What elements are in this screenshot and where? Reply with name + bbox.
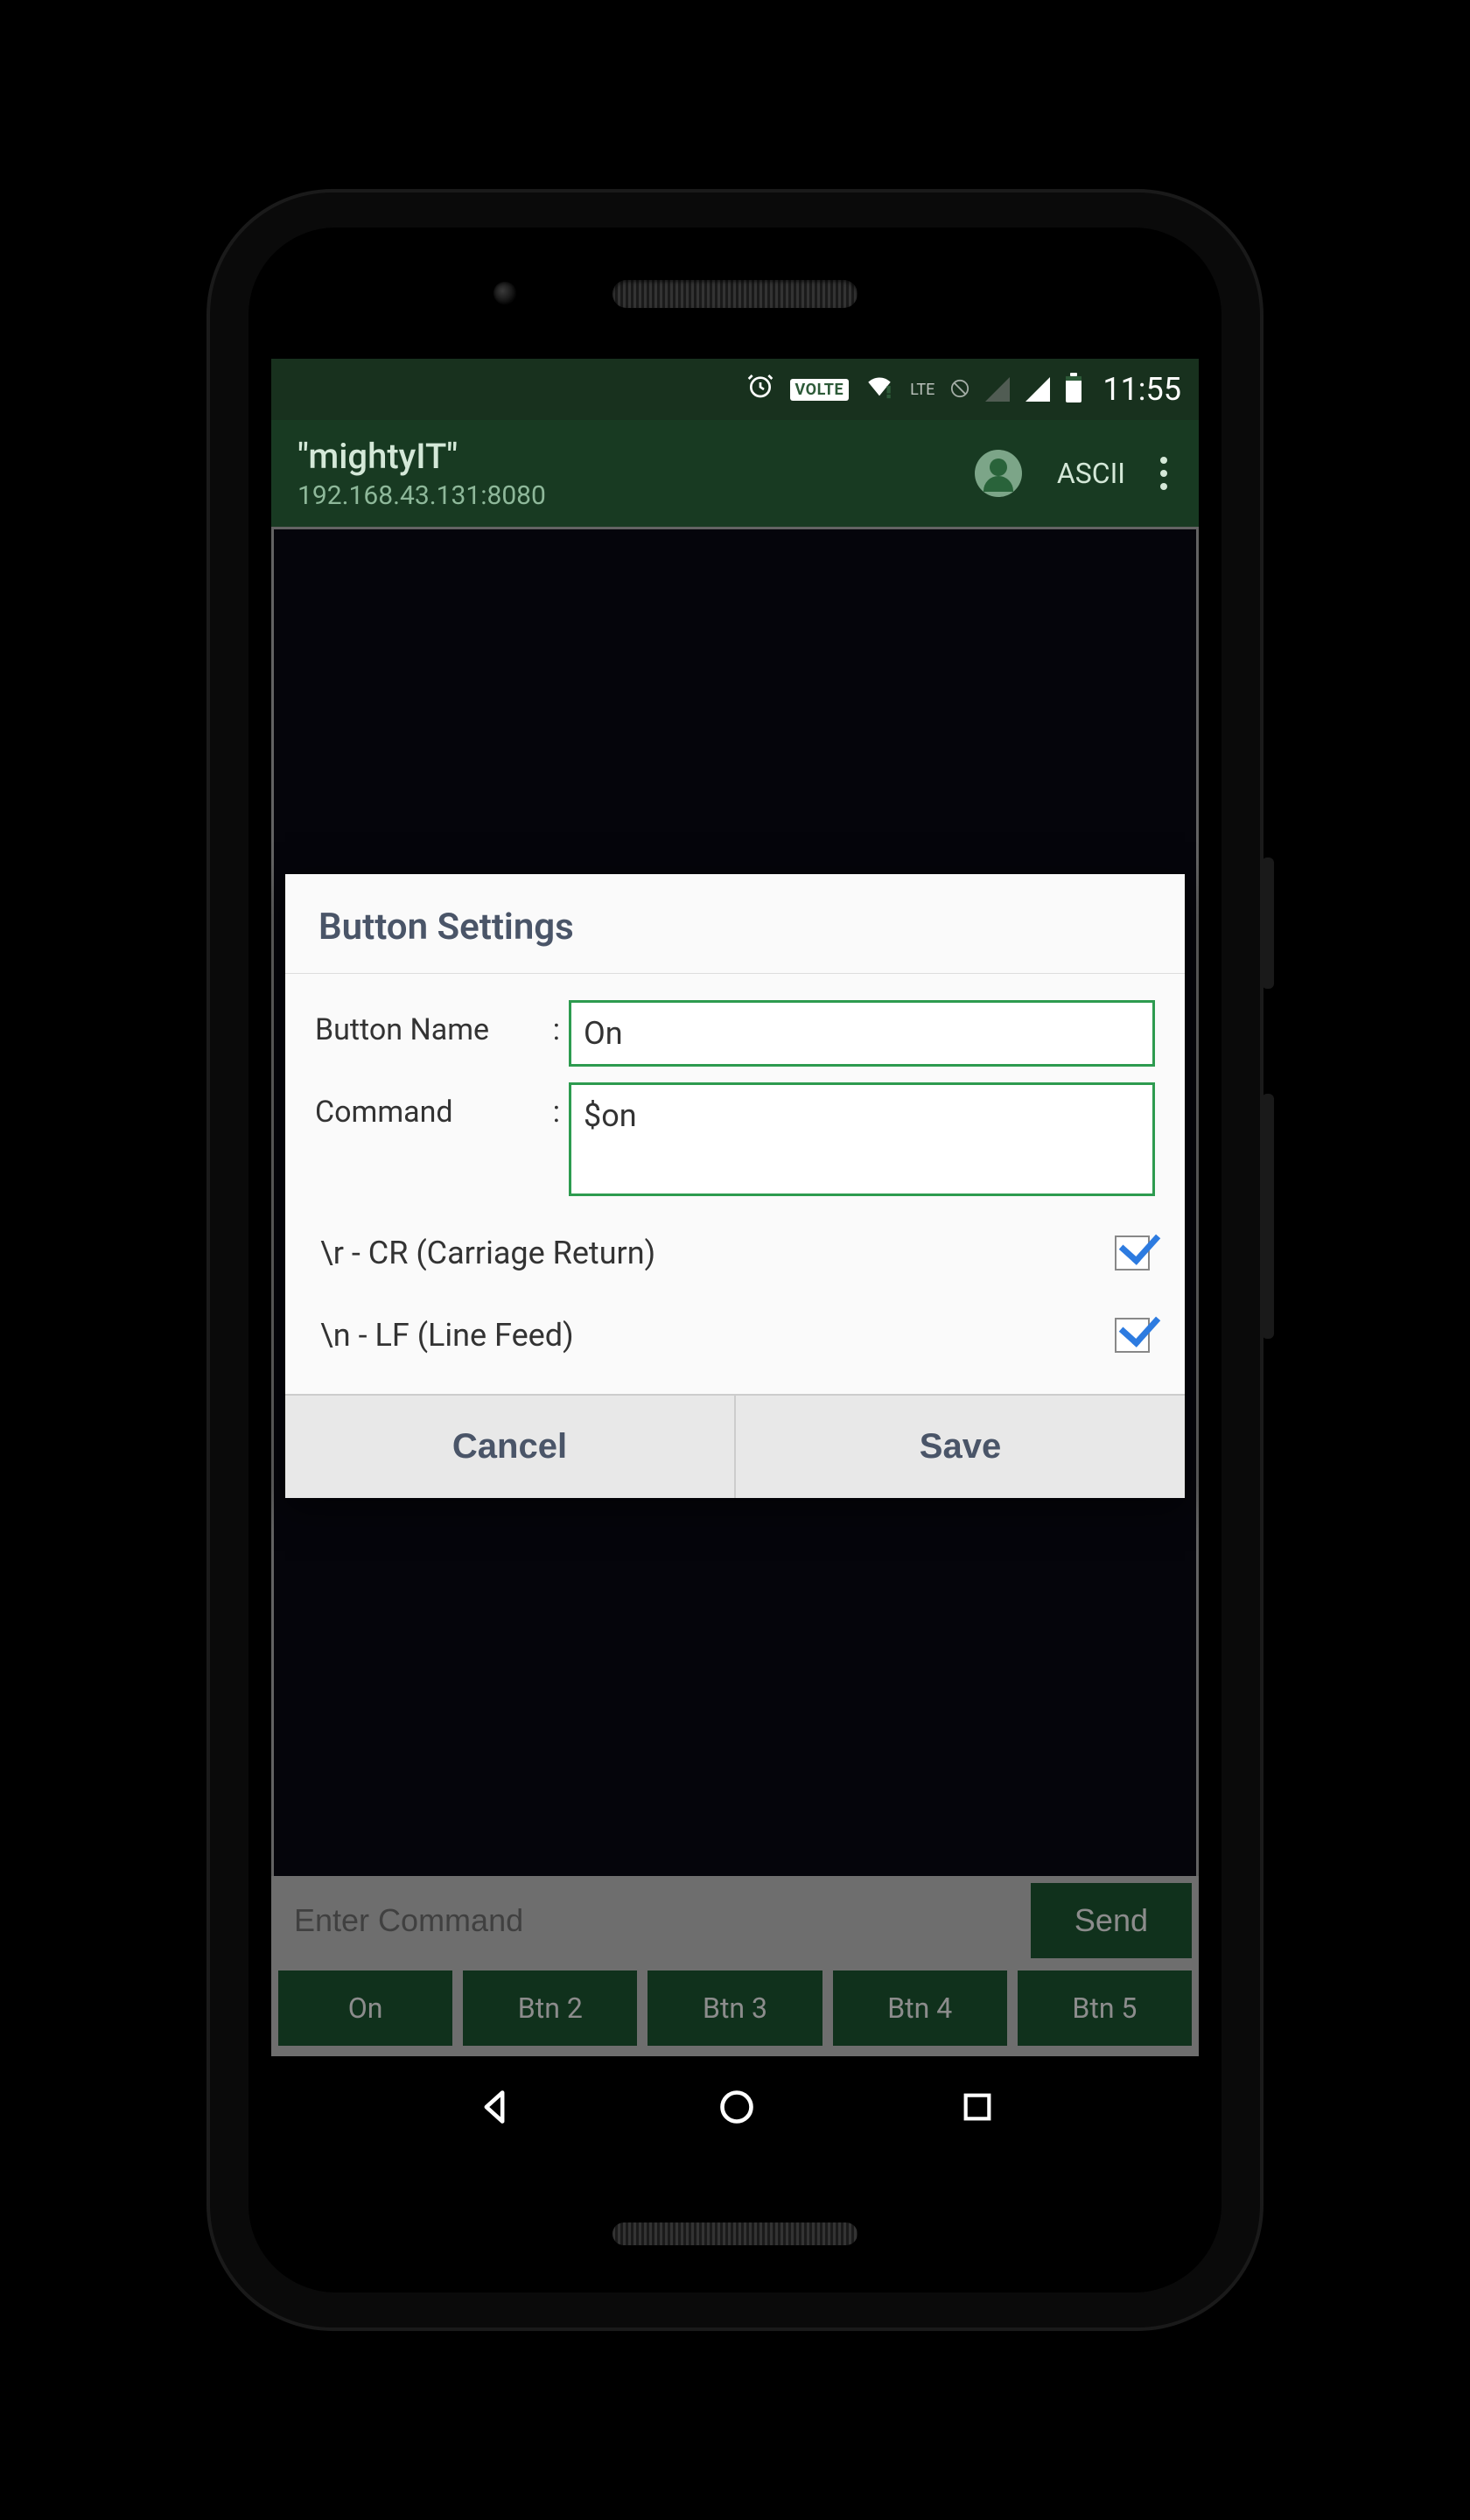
command-label: Command: (315, 1082, 569, 1130)
battery-icon (1066, 376, 1082, 402)
command-value-input[interactable] (569, 1082, 1155, 1196)
volte-badge: VOLTE (790, 379, 850, 401)
phone-body: VOLTE LTE 11:55 "mightyIT" 192.168.43.1 (248, 228, 1222, 2292)
no-data-icon (950, 374, 970, 405)
screen: VOLTE LTE 11:55 "mightyIT" 192.168.43.1 (271, 359, 1199, 2161)
back-icon[interactable] (475, 2088, 514, 2130)
cancel-button[interactable]: Cancel (285, 1396, 736, 1498)
lf-checkbox[interactable] (1115, 1318, 1150, 1353)
cr-checkbox[interactable] (1115, 1236, 1150, 1270)
save-button[interactable]: Save (736, 1396, 1185, 1498)
lf-option-row[interactable]: \n - LF (Line Feed) (315, 1294, 1155, 1376)
earpiece-speaker (612, 280, 858, 308)
phone-frame: VOLTE LTE 11:55 "mightyIT" 192.168.43.1 (210, 192, 1260, 2328)
status-bar: VOLTE LTE 11:55 (271, 359, 1199, 420)
lte-label: LTE (910, 381, 934, 399)
cr-label: \r - CR (Carriage Return) (320, 1235, 655, 1271)
button-name-input[interactable] (569, 1000, 1155, 1067)
home-icon[interactable] (718, 2088, 756, 2130)
app-subtitle: 192.168.43.131:8080 (298, 480, 975, 511)
app-titles: "mightyIT" 192.168.43.131:8080 (298, 436, 975, 511)
alarm-icon (746, 372, 774, 407)
button-name-label: Button Name: (315, 1000, 569, 1047)
recent-apps-icon[interactable] (960, 2090, 995, 2128)
mode-toggle[interactable]: ASCII (1057, 457, 1125, 490)
signal-sim2-icon (1026, 377, 1050, 402)
cr-option-row[interactable]: \r - CR (Carriage Return) (315, 1212, 1155, 1294)
clock-text: 11:55 (1102, 371, 1181, 408)
button-settings-dialog: Button Settings Button Name: Command: \r… (285, 874, 1185, 1498)
volume-button[interactable] (1262, 1094, 1274, 1339)
bottom-speaker (612, 2222, 858, 2245)
android-nav-bar (271, 2056, 1199, 2161)
overflow-menu-icon[interactable] (1152, 448, 1176, 499)
dialog-title: Button Settings (285, 874, 1185, 974)
content-area: Send On Btn 2 Btn 3 Btn 4 Btn 5 Button S… (271, 527, 1199, 2056)
wifi-alert-icon (864, 373, 894, 406)
account-icon[interactable] (975, 450, 1022, 497)
power-button[interactable] (1262, 858, 1274, 989)
front-camera (494, 282, 516, 304)
app-title: "mightyIT" (298, 436, 975, 477)
signal-sim1-icon (985, 377, 1010, 402)
lf-label: \n - LF (Line Feed) (320, 1317, 574, 1354)
app-bar: "mightyIT" 192.168.43.131:8080 ASCII (271, 420, 1199, 527)
